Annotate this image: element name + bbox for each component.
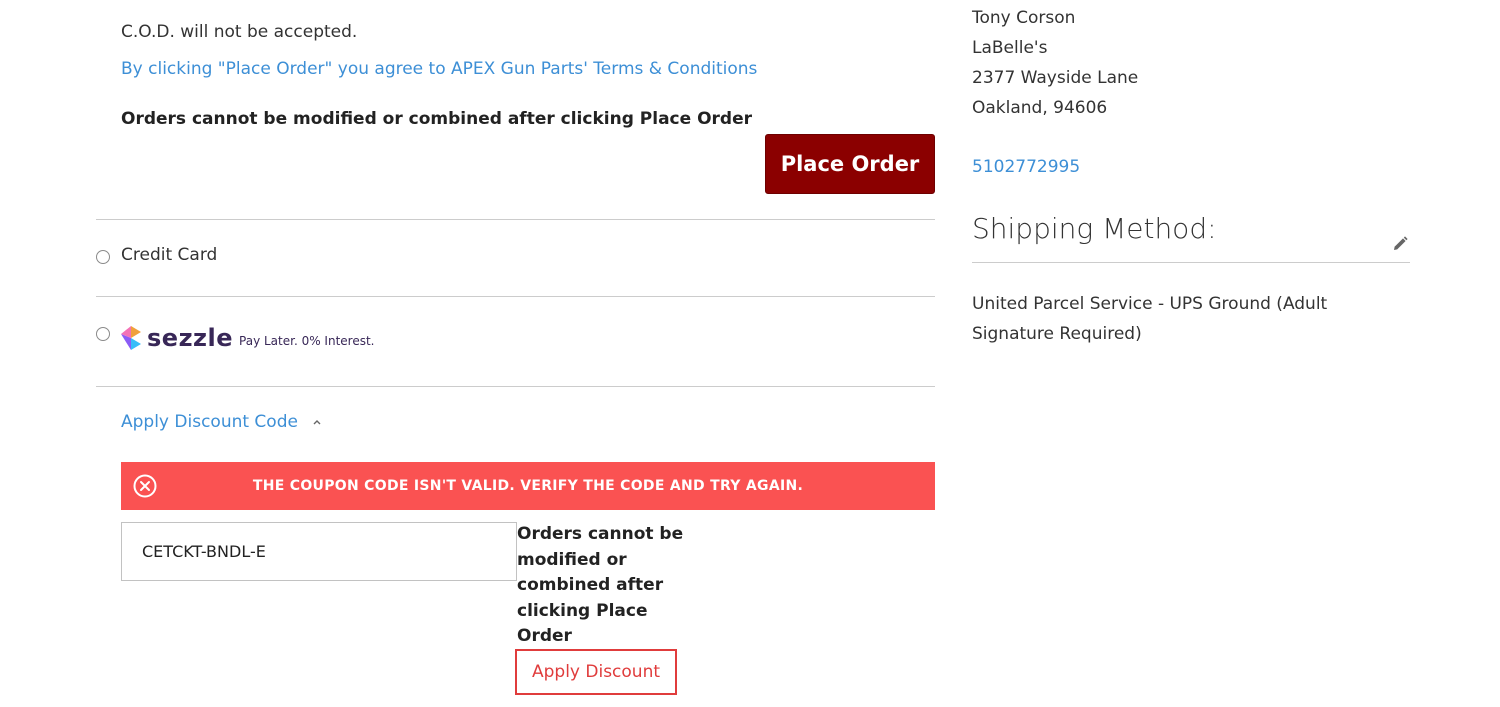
terms-conditions-link[interactable]: By clicking "Place Order" you agree to A… — [121, 59, 757, 79]
apply-discount-button[interactable]: Apply Discount — [515, 649, 677, 695]
address-city-zip: Oakland, 94606 — [972, 98, 1108, 118]
sezzle-tagline: Pay Later. 0% Interest. — [239, 334, 375, 348]
apply-discount-toggle[interactable]: Apply Discount Code — [121, 412, 322, 432]
coupon-error-message: THE COUPON CODE ISN'T VALID. VERIFY THE … — [252, 478, 804, 494]
order-warning: Orders cannot be modified or combined af… — [121, 109, 752, 129]
sezzle-option[interactable]: sezzle Pay Later. 0% Interest. — [119, 321, 374, 351]
sezzle-radio[interactable] — [96, 327, 110, 341]
sezzle-wordmark: sezzle — [147, 324, 234, 352]
address-phone-link[interactable]: 5102772995 — [972, 157, 1080, 177]
discount-code-input[interactable] — [121, 522, 517, 581]
divider — [96, 296, 935, 297]
shipping-divider — [972, 262, 1410, 263]
credit-card-label[interactable]: Credit Card — [121, 245, 217, 265]
address-company: LaBelle's — [972, 38, 1048, 58]
shipping-method-value: United Parcel Service - UPS Ground (Adul… — [972, 294, 1328, 344]
credit-card-radio[interactable] — [96, 250, 110, 264]
cod-note: C.O.D. will not be accepted. — [121, 22, 358, 42]
divider — [96, 386, 935, 387]
pencil-icon[interactable] — [1391, 235, 1409, 253]
shipping-method-title: Shipping Method: — [972, 212, 1217, 245]
chevron-up-icon — [313, 420, 321, 425]
place-order-button[interactable]: Place Order — [765, 134, 935, 194]
sezzle-logo-icon — [121, 326, 141, 350]
coupon-error-banner: THE COUPON CODE ISN'T VALID. VERIFY THE … — [121, 462, 935, 510]
apply-discount-toggle-label: Apply Discount Code — [121, 412, 298, 432]
address-street: 2377 Wayside Lane — [972, 68, 1139, 88]
address-name: Tony Corson — [972, 8, 1076, 28]
divider — [96, 219, 935, 220]
discount-order-warning: Orders cannot be modified or combined af… — [517, 524, 684, 646]
close-circle-icon — [133, 474, 157, 498]
